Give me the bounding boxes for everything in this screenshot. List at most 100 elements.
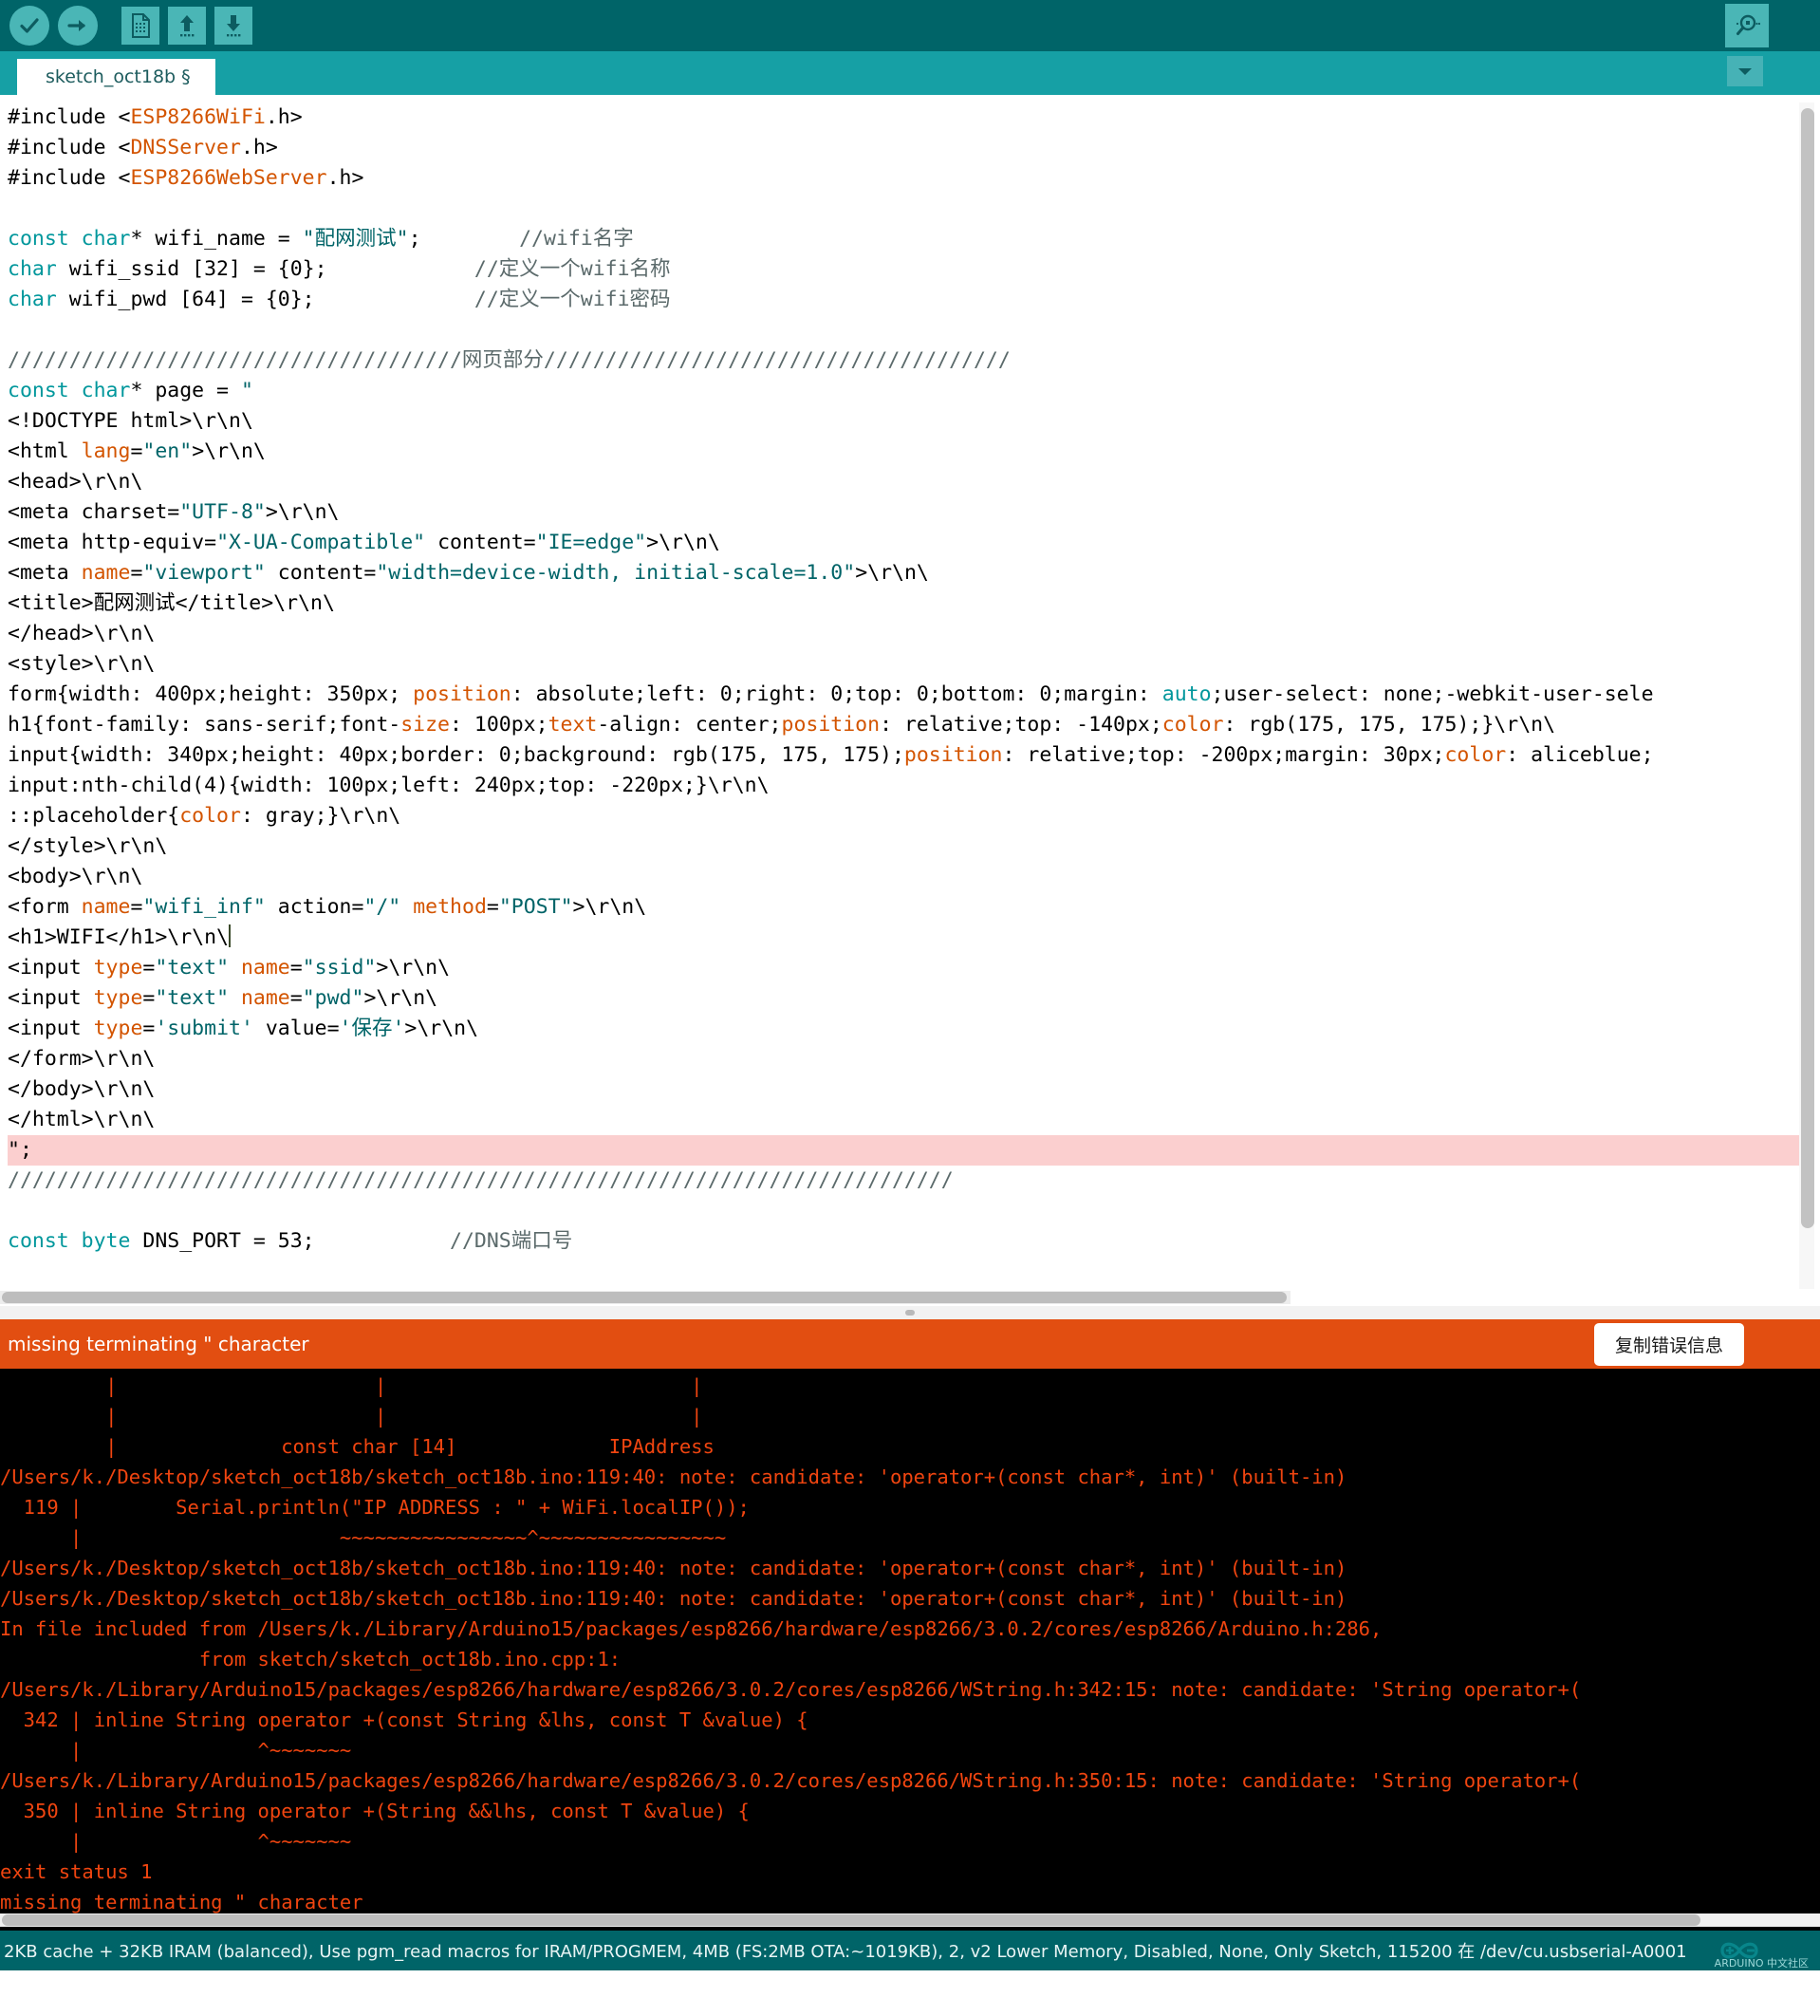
- upload-button[interactable]: [58, 6, 98, 46]
- editor-horizontal-scrollbar[interactable]: [0, 1291, 1291, 1304]
- code-token: =: [289, 986, 303, 1010]
- console-horizontal-scroll-thumb[interactable]: [2, 1914, 1700, 1926]
- code-token: "UTF-8": [179, 500, 266, 524]
- code-token: <body>\r\n\: [8, 865, 143, 888]
- code-token: //定义一个wifi密码: [474, 288, 671, 311]
- code-token: =: [130, 439, 143, 463]
- code-token: >\r\n\: [363, 986, 438, 1010]
- code-line: <meta http-equiv="X-UA-Compatible" conte…: [8, 528, 1820, 558]
- code-token: 'submit': [155, 1017, 253, 1040]
- code-token: : 100px;: [450, 713, 548, 737]
- code-token: form{width: 400px;height: 350px;: [8, 682, 414, 706]
- open-sketch-button[interactable]: [168, 7, 206, 45]
- editor-vertical-scroll-thumb[interactable]: [1801, 108, 1814, 1228]
- code-token: position: [903, 743, 1003, 767]
- code-line: char wifi_pwd [64] = {0}; //定义一个wifi密码: [8, 285, 1820, 315]
- code-token: <: [118, 136, 131, 159]
- code-token: position: [413, 682, 511, 706]
- code-token: DNSServer: [130, 136, 241, 159]
- code-token: input{width: 340px;height: 40px;border: …: [8, 743, 904, 767]
- serial-monitor-icon: [1736, 14, 1760, 35]
- code-token: >\r\n\: [404, 1017, 479, 1040]
- code-line: <h1>WIFI</h1>\r\n\: [8, 923, 1820, 953]
- serial-monitor-button[interactable]: [1725, 4, 1769, 47]
- code-token: char: [8, 288, 57, 311]
- code-token: text: [548, 713, 598, 737]
- code-token: #include: [8, 166, 119, 190]
- code-token: >\r\n\: [376, 956, 451, 980]
- code-line: <body>\r\n\: [8, 862, 1820, 892]
- tab-sketch-oct18b[interactable]: sketch_oct18b §: [17, 59, 215, 95]
- code-token: <h1>WIFI</h1>\r\n\: [8, 925, 229, 949]
- code-token: type: [93, 956, 143, 980]
- code-token: char: [8, 257, 57, 281]
- code-token: lang: [81, 439, 131, 463]
- code-token: content=: [265, 561, 377, 585]
- code-token: ";: [8, 1138, 32, 1162]
- code-line: input{width: 340px;height: 40px;border: …: [8, 740, 1820, 771]
- code-token: type: [93, 1017, 143, 1040]
- code-editor[interactable]: #include <ESP8266WiFi.h> #include <DNSSer…: [0, 95, 1820, 1319]
- download-arrow-icon: [227, 15, 241, 37]
- code-token: type: [93, 986, 143, 1010]
- code-token: color: [179, 804, 241, 828]
- tab-label: sketch_oct18b §: [46, 66, 191, 87]
- code-line: ";: [8, 1135, 1801, 1166]
- code-token: </form>\r\n\: [8, 1047, 156, 1071]
- code-token: =: [289, 956, 303, 980]
- main-toolbar: [0, 0, 1820, 51]
- code-token: <input: [8, 1017, 94, 1040]
- editor-console-splitter[interactable]: [0, 1306, 1820, 1319]
- code-token: </body>\r\n\: [8, 1077, 156, 1101]
- code-line: ////////////////////////////////////////…: [8, 1166, 1820, 1196]
- code-line: </body>\r\n\: [8, 1074, 1820, 1105]
- code-token: h1{font-family: sans-serif;font-: [8, 713, 401, 737]
- editor-vertical-scrollbar[interactable]: [1799, 103, 1814, 1289]
- code-token: <: [118, 105, 131, 129]
- code-token: const char: [8, 227, 131, 251]
- console-horizontal-scrollbar[interactable]: [0, 1913, 1820, 1927]
- console-output-panel[interactable]: | | | | | | | const char [14] IPAddress …: [0, 1369, 1820, 1931]
- editor-horizontal-scroll-thumb[interactable]: [2, 1292, 1287, 1303]
- code-token: <html: [8, 439, 82, 463]
- code-token: <form: [8, 895, 82, 919]
- code-token: >\r\n\: [855, 561, 929, 585]
- code-token: >\r\n\: [265, 500, 340, 524]
- code-token: //wifi名字: [519, 227, 634, 251]
- code-token: /////////////////////////////////////网页部…: [8, 348, 1011, 372]
- code-line: <input type='submit' value='保存'>\r\n\: [8, 1014, 1820, 1044]
- code-line: ::placeholder{color: gray;}\r\n\: [8, 801, 1820, 831]
- copy-error-button[interactable]: 复制错误信息: [1593, 1322, 1744, 1366]
- code-token: <head>\r\n\: [8, 470, 143, 494]
- code-line: <input type="text" name="pwd">\r\n\: [8, 983, 1820, 1014]
- new-sketch-button[interactable]: [121, 7, 159, 45]
- code-token: #include: [8, 105, 119, 129]
- code-token: size: [400, 713, 450, 737]
- code-line: h1{font-family: sans-serif;font-size: 10…: [8, 710, 1820, 740]
- code-token: </html>\r\n\: [8, 1108, 156, 1131]
- code-text[interactable]: #include <ESP8266WiFi.h> #include <DNSSer…: [0, 95, 1820, 1257]
- tab-bar: sketch_oct18b §: [0, 51, 1820, 95]
- console-text: | | | | | | | const char [14] IPAddress …: [0, 1374, 1582, 1913]
- code-line: </style>\r\n\: [8, 831, 1820, 862]
- code-token: <: [118, 166, 131, 190]
- code-token: : relative;top: -200px;margin: 30px;: [1002, 743, 1445, 767]
- verify-button[interactable]: [9, 6, 49, 46]
- tab-menu-button[interactable]: [1727, 56, 1763, 86]
- save-sketch-button[interactable]: [214, 7, 252, 45]
- code-line: </form>\r\n\: [8, 1044, 1820, 1074]
- code-token: "X-UA-Compatible": [216, 531, 426, 554]
- code-token: "width=device-width, initial-scale=1.0": [376, 561, 856, 585]
- code-token: <title>配网测试</title>\r\n\: [8, 591, 335, 615]
- code-token: -align: center;: [597, 713, 782, 737]
- text-cursor: [229, 924, 231, 947]
- code-token: <input: [8, 956, 94, 980]
- code-token: =: [142, 956, 156, 980]
- status-bar: 2KB cache + 32KB IRAM (balanced), Use pg…: [0, 1931, 1820, 1970]
- code-token: const byte: [8, 1229, 131, 1253]
- code-token: : gray;}\r\n\: [240, 804, 401, 828]
- code-token: "配网测试": [302, 227, 409, 251]
- code-token: <style>\r\n\: [8, 652, 156, 676]
